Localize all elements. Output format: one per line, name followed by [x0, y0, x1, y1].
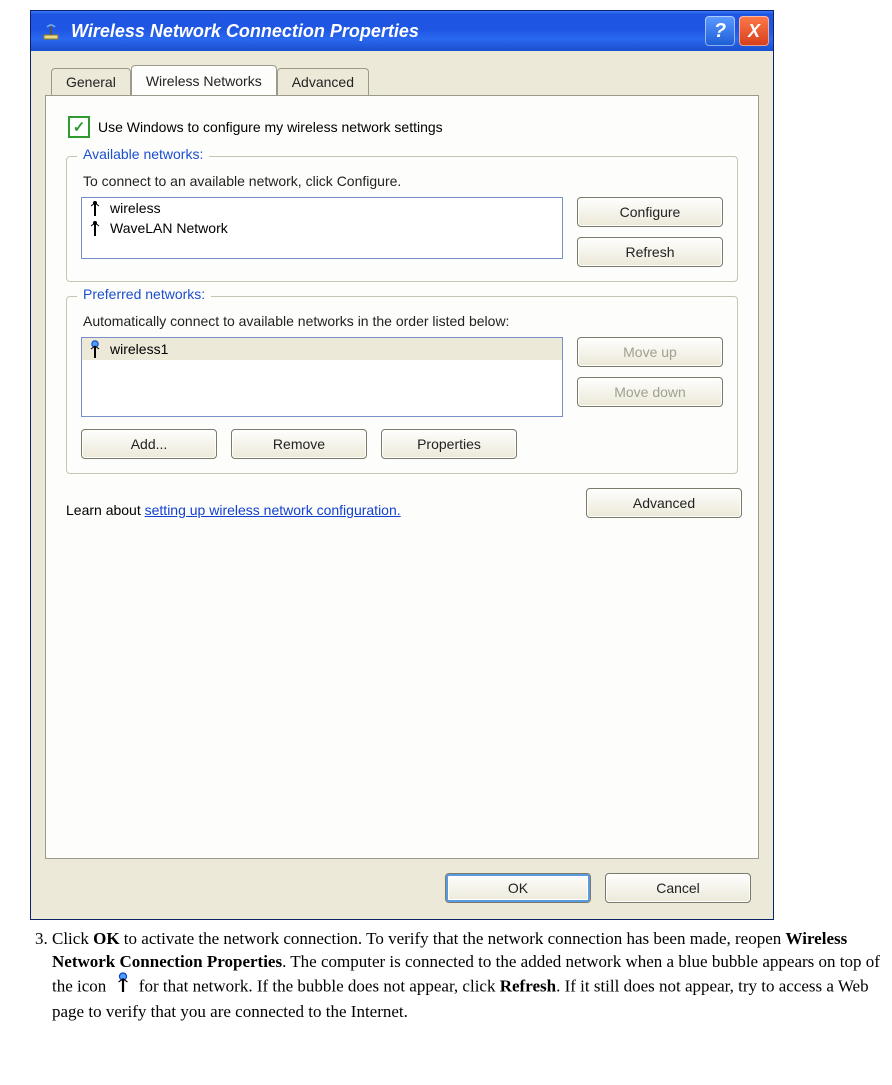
antenna-icon: [88, 200, 102, 216]
antenna-bubble-icon: [115, 972, 131, 999]
preferred-networks-desc: Automatically connect to available netwo…: [83, 313, 723, 329]
tab-general[interactable]: General: [51, 68, 131, 96]
refresh-button[interactable]: Refresh: [577, 237, 723, 267]
list-item[interactable]: wireless1: [82, 338, 562, 360]
tabstrip: General Wireless Networks Advanced: [51, 65, 759, 95]
preferred-networks-group: Preferred networks: Automatically connec…: [66, 296, 738, 474]
titlebar[interactable]: Wireless Network Connection Properties ?…: [31, 11, 773, 51]
tab-panel: ✓ Use Windows to configure my wireless n…: [45, 95, 759, 859]
remove-button[interactable]: Remove: [231, 429, 367, 459]
advanced-button[interactable]: Advanced: [586, 488, 742, 518]
preferred-networks-list[interactable]: wireless1: [81, 337, 563, 417]
add-button[interactable]: Add...: [81, 429, 217, 459]
instruction-list: Click OK to activate the network connect…: [30, 928, 890, 1024]
learn-about-text: Learn about setting up wireless network …: [66, 502, 586, 518]
available-networks-list[interactable]: wireless WaveLAN Network: [81, 197, 563, 259]
cancel-button[interactable]: Cancel: [605, 873, 751, 903]
available-networks-desc: To connect to an available network, clic…: [83, 173, 723, 189]
list-item-label: wireless: [110, 200, 161, 216]
move-down-button: Move down: [577, 377, 723, 407]
antenna-icon: [88, 220, 102, 236]
use-windows-config-row[interactable]: ✓ Use Windows to configure my wireless n…: [68, 116, 742, 138]
list-item[interactable]: WaveLAN Network: [82, 218, 562, 238]
help-button[interactable]: ?: [705, 16, 735, 46]
checkbox-icon[interactable]: ✓: [68, 116, 90, 138]
window-title: Wireless Network Connection Properties: [71, 21, 419, 42]
available-networks-legend: Available networks:: [77, 146, 209, 162]
tab-wireless-networks[interactable]: Wireless Networks: [131, 65, 277, 95]
learn-link[interactable]: setting up wireless network configuratio…: [145, 502, 401, 518]
wireless-app-icon: [39, 19, 63, 43]
instruction-step-3: Click OK to activate the network connect…: [52, 928, 890, 1024]
list-item-label: WaveLAN Network: [110, 220, 228, 236]
antenna-bubble-icon: [88, 340, 102, 358]
properties-button[interactable]: Properties: [381, 429, 517, 459]
ok-button[interactable]: OK: [445, 873, 591, 903]
preferred-networks-legend: Preferred networks:: [77, 286, 211, 302]
close-button[interactable]: X: [739, 16, 769, 46]
list-item[interactable]: wireless: [82, 198, 562, 218]
xp-dialog-window: Wireless Network Connection Properties ?…: [30, 10, 774, 920]
move-up-button: Move up: [577, 337, 723, 367]
available-networks-group: Available networks: To connect to an ava…: [66, 156, 738, 282]
tab-advanced[interactable]: Advanced: [277, 68, 369, 96]
client-area: General Wireless Networks Advanced ✓ Use…: [31, 51, 773, 919]
configure-button[interactable]: Configure: [577, 197, 723, 227]
use-windows-config-label: Use Windows to configure my wireless net…: [98, 119, 443, 135]
list-item-label: wireless1: [110, 341, 168, 357]
